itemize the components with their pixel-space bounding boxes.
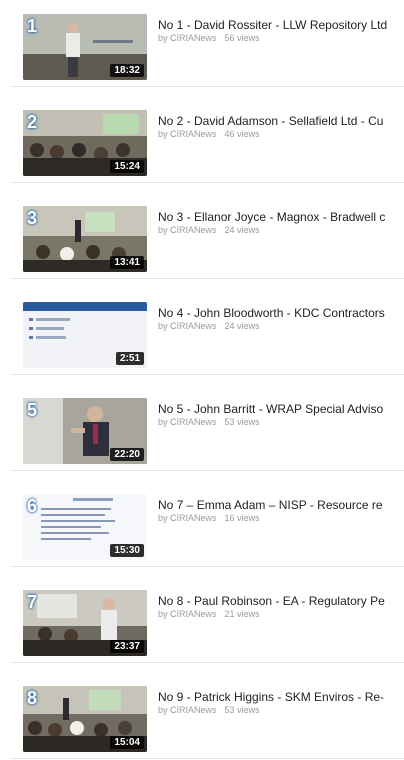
video-item-4[interactable]: 2:51 No 4 - John Bloodworth - KDC Contra… [10, 288, 404, 375]
video-views: 56 views [224, 33, 260, 43]
video-title[interactable]: No 3 - Ellanor Joyce - Magnox - Bradwell… [158, 210, 404, 224]
video-meta: by CIRIANews 21 views [158, 609, 260, 619]
video-title[interactable]: No 9 - Patrick Higgins - SKM Enviros - R… [158, 690, 404, 704]
video-number-badge: 1 [27, 16, 38, 36]
video-number-badge: 5 [27, 400, 38, 420]
video-number-badge: 8 [27, 688, 38, 708]
video-title[interactable]: No 8 - Paul Robinson - EA - Regulatory P… [158, 594, 404, 608]
video-views: 46 views [224, 129, 260, 139]
video-meta: by CIRIANews 24 views [158, 321, 260, 331]
video-meta: by CIRIANews 24 views [158, 225, 260, 235]
video-views: 16 views [224, 513, 260, 523]
video-byline: by CIRIANews [158, 513, 217, 523]
video-views: 21 views [224, 609, 260, 619]
video-byline: by CIRIANews [158, 33, 217, 43]
video-duration: 15:24 [110, 160, 144, 173]
video-meta: by CIRIANews 46 views [158, 129, 260, 139]
video-item-5[interactable]: 5 22:20 No 5 - John Barritt - WRAP Speci… [10, 384, 404, 471]
video-title[interactable]: No 5 - John Barritt - WRAP Special Advis… [158, 402, 404, 416]
video-title[interactable]: No 7 – Emma Adam – NISP - Resource re [158, 498, 404, 512]
video-duration: 15:04 [110, 736, 144, 749]
video-thumbnail[interactable]: 1 18:32 [23, 14, 147, 80]
video-item-6[interactable]: 6 15:30 No 7 – Emma Adam – NISP - Resour… [10, 480, 404, 567]
video-list: 1 18:32 No 1 - David Rossiter - LLW Repo… [0, 0, 404, 760]
video-item-3[interactable]: 3 13:41 No 3 - Ellanor Joyce - Magnox - … [10, 192, 404, 279]
video-byline: by CIRIANews [158, 609, 217, 619]
video-title[interactable]: No 1 - David Rossiter - LLW Repository L… [158, 18, 404, 32]
video-number-badge: 3 [27, 208, 38, 228]
video-duration: 22:20 [110, 448, 144, 461]
video-duration: 18:32 [110, 64, 144, 77]
video-thumbnail[interactable]: 8 15:04 [23, 686, 147, 752]
video-byline: by CIRIANews [158, 225, 217, 235]
video-meta: by CIRIANews 56 views [158, 33, 260, 43]
video-thumbnail[interactable]: 2:51 [23, 302, 147, 368]
video-duration: 15:30 [110, 544, 144, 557]
video-thumbnail[interactable]: 7 23:37 [23, 590, 147, 656]
video-thumbnail[interactable]: 5 22:20 [23, 398, 147, 464]
video-number-badge: 7 [27, 592, 38, 612]
video-duration: 13:41 [110, 256, 144, 269]
video-thumbnail[interactable]: 3 13:41 [23, 206, 147, 272]
video-views: 24 views [224, 225, 260, 235]
video-views: 24 views [224, 321, 260, 331]
video-item-8[interactable]: 8 15:04 No 9 - Patrick Higgins - SKM Env… [10, 672, 404, 759]
video-number-badge: 2 [27, 112, 38, 132]
video-byline: by CIRIANews [158, 705, 217, 715]
video-title[interactable]: No 2 - David Adamson - Sellafield Ltd - … [158, 114, 404, 128]
video-views: 53 views [224, 705, 260, 715]
video-item-1[interactable]: 1 18:32 No 1 - David Rossiter - LLW Repo… [10, 0, 404, 87]
video-item-7[interactable]: 7 23:37 No 8 - Paul Robinson - EA - Regu… [10, 576, 404, 663]
video-thumbnail[interactable]: 2 15:24 [23, 110, 147, 176]
video-title[interactable]: No 4 - John Bloodworth - KDC Contractors [158, 306, 404, 320]
video-item-2[interactable]: 2 15:24 No 2 - David Adamson - Sellafiel… [10, 96, 404, 183]
video-byline: by CIRIANews [158, 417, 217, 427]
video-meta: by CIRIANews 16 views [158, 513, 260, 523]
video-number-badge: 6 [27, 496, 38, 516]
video-byline: by CIRIANews [158, 129, 217, 139]
video-byline: by CIRIANews [158, 321, 217, 331]
video-duration: 23:37 [110, 640, 144, 653]
video-thumbnail[interactable]: 6 15:30 [23, 494, 147, 560]
video-duration: 2:51 [115, 352, 144, 365]
video-views: 53 views [224, 417, 260, 427]
video-meta: by CIRIANews 53 views [158, 417, 260, 427]
video-meta: by CIRIANews 53 views [158, 705, 260, 715]
